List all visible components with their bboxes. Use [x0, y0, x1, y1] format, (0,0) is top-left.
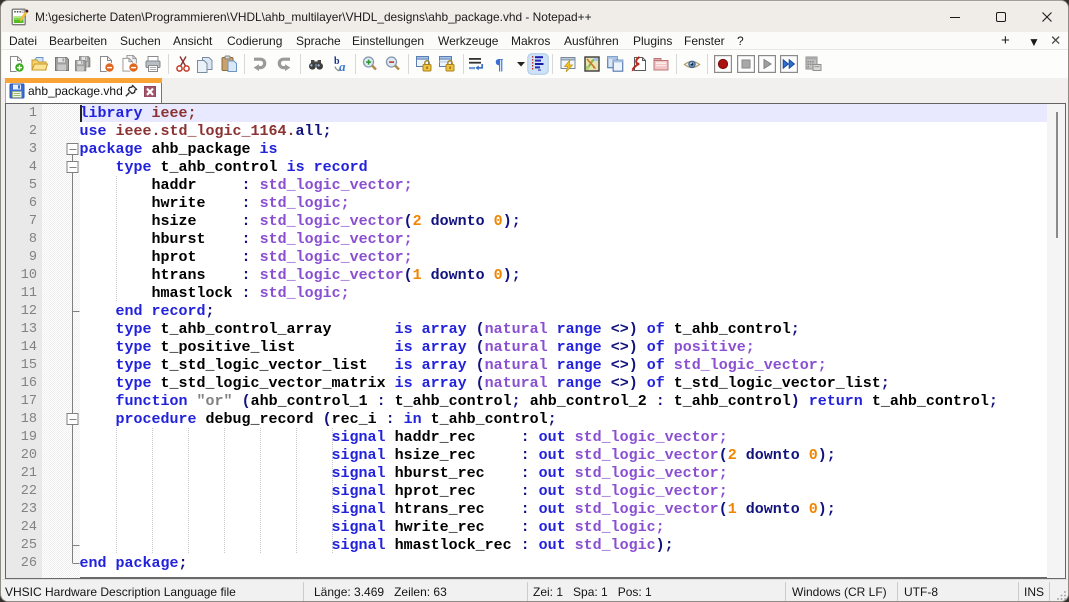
svg-text:¶: ¶	[495, 57, 504, 74]
